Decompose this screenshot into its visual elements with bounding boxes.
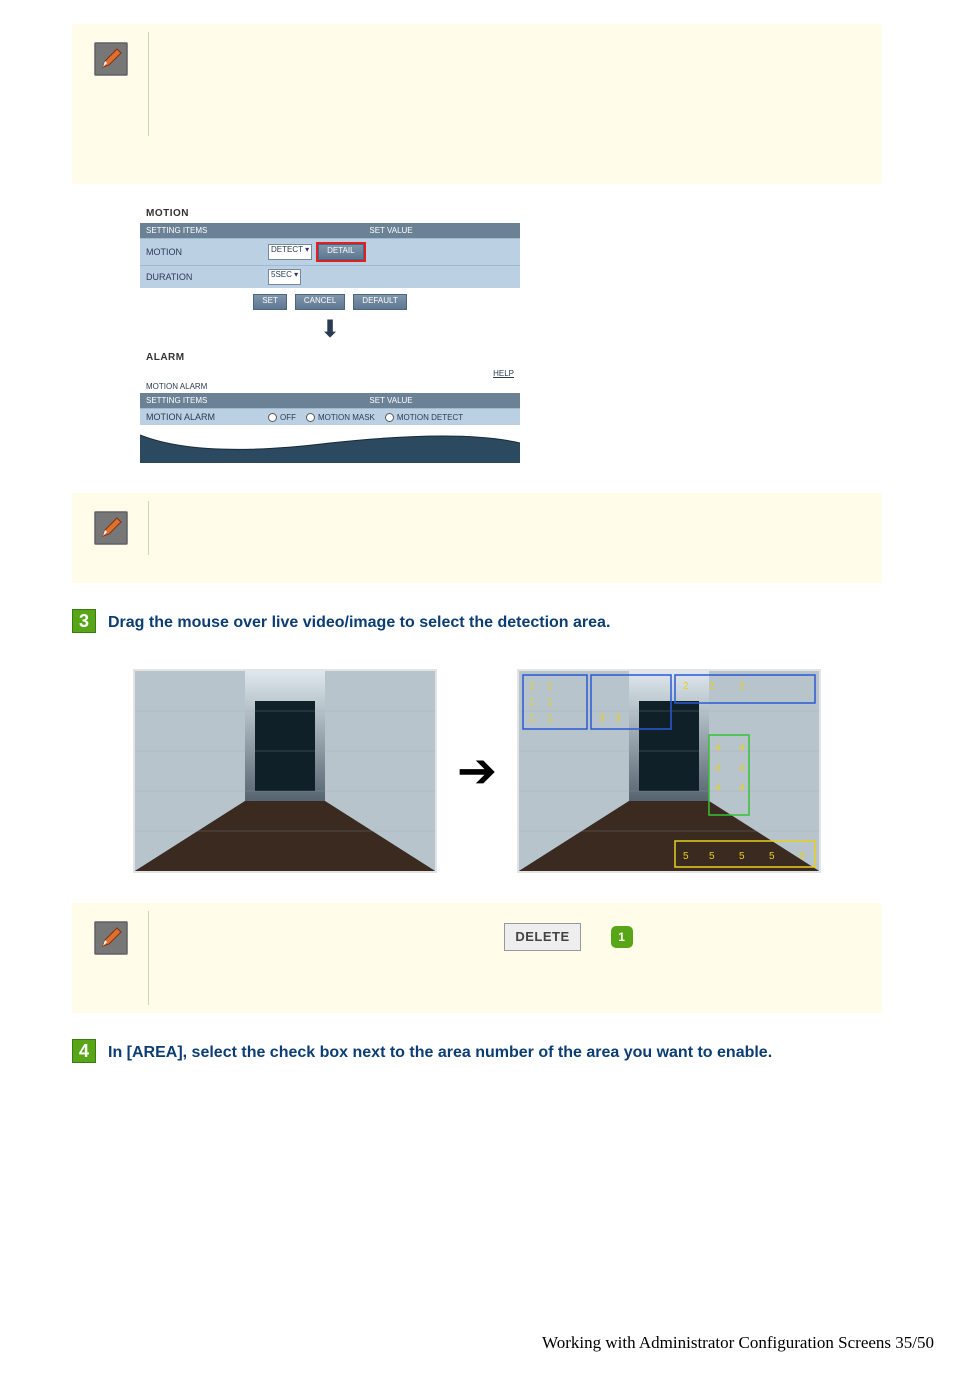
pencil-icon (94, 42, 128, 76)
detection-area-figure: ➔ (0, 649, 954, 903)
svg-text:5: 5 (769, 851, 775, 862)
svg-text:1: 1 (547, 713, 553, 724)
note-box-2 (72, 493, 882, 583)
alarm-title: ALARM (140, 348, 520, 367)
motion-row: MOTION DETECT ▾ DETAIL (140, 238, 520, 265)
alarm-header-col1: SETTING ITEMS (140, 393, 262, 408)
svg-text:4: 4 (739, 783, 745, 794)
step-3: 3 Drag the mouse over live video/image t… (0, 603, 954, 639)
step-number-4: 4 (72, 1039, 96, 1063)
svg-text:4: 4 (715, 783, 721, 794)
svg-text:5: 5 (739, 851, 745, 862)
svg-text:2: 2 (739, 681, 745, 692)
opt-mask[interactable]: MOTION MASK (306, 413, 375, 422)
page-footer: Working with Administrator Configuration… (542, 1333, 934, 1353)
svg-text:1: 1 (547, 681, 553, 692)
cancel-button[interactable]: CANCEL (295, 294, 345, 310)
note-box-1 (72, 24, 882, 184)
duration-row-label: DURATION (140, 269, 262, 285)
svg-text:1: 1 (547, 697, 553, 708)
svg-text:1: 1 (529, 697, 535, 708)
duration-select[interactable]: 5SEC ▾ (268, 269, 301, 285)
default-button[interactable]: DEFAULT (353, 294, 406, 310)
svg-text:3: 3 (599, 713, 605, 724)
video-after: 1 1 1 1 1 1 2 2 2 33 4 4 4 4 4 4 5 5 5 5 5 (517, 669, 821, 873)
config-panel-screenshot: MOTION SETTING ITEMS SET VALUE MOTION DE… (0, 204, 954, 493)
svg-text:5: 5 (799, 851, 805, 862)
step-4: 4 In [AREA], select the check box next t… (0, 1033, 954, 1069)
motion-alarm-row: MOTION ALARM OFF MOTION MASK MOTION DETE… (140, 408, 520, 425)
set-button[interactable]: SET (253, 294, 287, 310)
header-set-value: SET VALUE (262, 223, 520, 238)
svg-text:2: 2 (683, 681, 689, 692)
note-box-3: DELETE 1 (72, 903, 882, 1013)
step-4-text: In [AREA], select the check box next to … (108, 1044, 772, 1062)
down-arrow-icon: ⬇ (140, 316, 520, 348)
alarm-subhead: MOTION ALARM (140, 380, 520, 393)
svg-text:1: 1 (529, 713, 535, 724)
motion-title: MOTION (140, 204, 520, 223)
motion-select[interactable]: DETECT ▾ (268, 244, 312, 260)
pencil-icon (94, 511, 128, 545)
svg-text:5: 5 (709, 851, 715, 862)
motion-header: SETTING ITEMS SET VALUE (140, 223, 520, 238)
alarm-header-col2: SET VALUE (262, 393, 520, 408)
svg-text:4: 4 (739, 743, 745, 754)
step-3-text: Drag the mouse over live video/image to … (108, 614, 610, 632)
svg-text:3: 3 (615, 713, 621, 724)
delete-button[interactable]: DELETE (504, 923, 580, 951)
header-setting-items: SETTING ITEMS (140, 223, 262, 238)
svg-text:1: 1 (529, 681, 535, 692)
detail-button[interactable]: DETAIL (318, 244, 363, 260)
motion-alarm-label: MOTION ALARM (140, 409, 262, 425)
right-arrow-icon: ➔ (457, 743, 497, 799)
opt-detect[interactable]: MOTION DETECT (385, 413, 463, 422)
svg-text:4: 4 (715, 743, 721, 754)
help-link[interactable]: HELP (140, 367, 520, 380)
motion-btn-row: SET CANCEL DEFAULT (140, 288, 520, 316)
pencil-icon (94, 921, 128, 955)
page: MOTION SETTING ITEMS SET VALUE MOTION DE… (0, 24, 954, 1375)
motion-row-label: MOTION (140, 244, 262, 260)
video-before (133, 669, 437, 873)
step-number-3: 3 (72, 609, 96, 633)
svg-text:5: 5 (683, 851, 689, 862)
area-badge-1: 1 (611, 926, 633, 948)
page-curl-icon (140, 425, 520, 463)
detail-red-highlight: DETAIL (316, 242, 365, 262)
svg-text:4: 4 (739, 763, 745, 774)
svg-text:4: 4 (715, 763, 721, 774)
opt-off[interactable]: OFF (268, 413, 296, 422)
svg-text:2: 2 (709, 681, 715, 692)
alarm-header: SETTING ITEMS SET VALUE (140, 393, 520, 408)
duration-row: DURATION 5SEC ▾ (140, 265, 520, 288)
